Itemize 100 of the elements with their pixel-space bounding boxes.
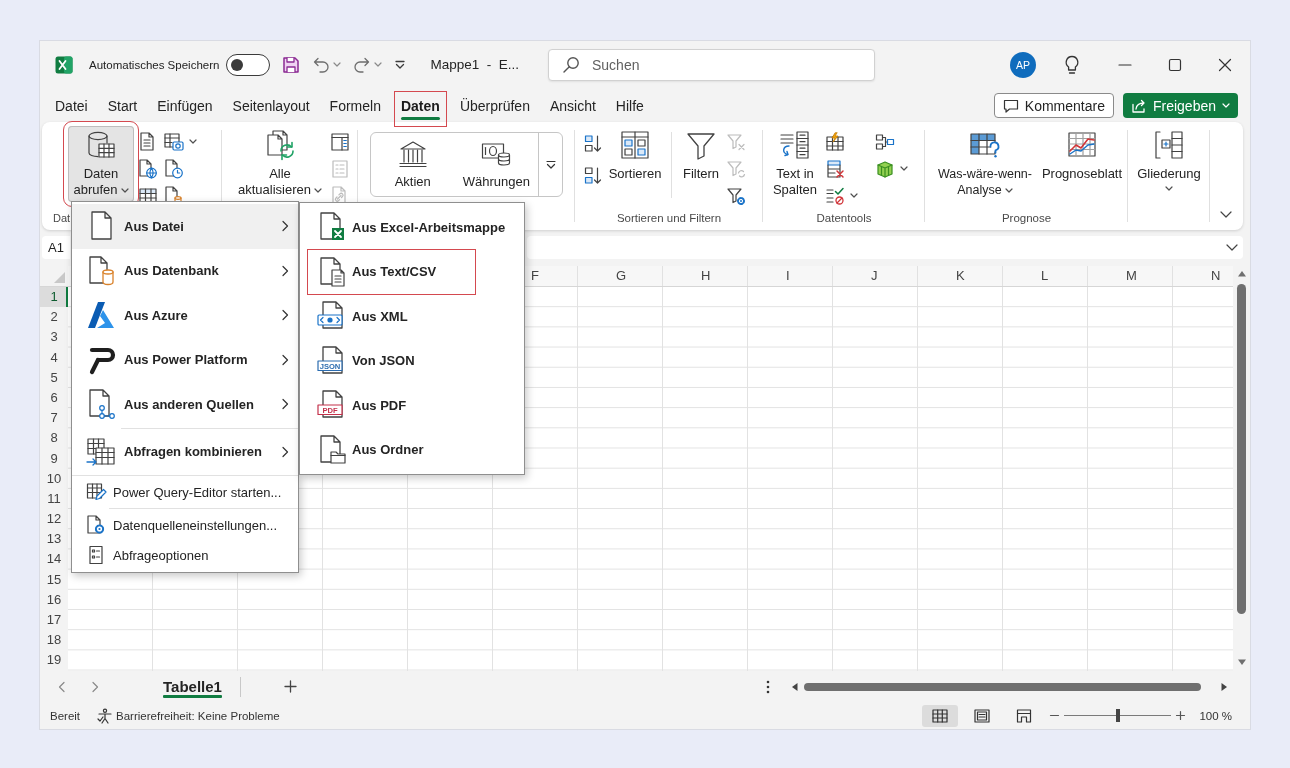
sort-ascending-icon[interactable] bbox=[583, 134, 603, 154]
menu-item[interactable]: Aus Datei bbox=[72, 204, 298, 249]
column-header[interactable]: H bbox=[701, 268, 711, 284]
ribbon-tab[interactable]: Überprüfen bbox=[453, 92, 536, 126]
row-header[interactable]: 8 bbox=[40, 428, 68, 449]
row-header[interactable]: 2 bbox=[40, 307, 68, 328]
column-header[interactable]: I bbox=[786, 268, 790, 284]
more-options-icon[interactable] bbox=[766, 679, 770, 694]
view-button[interactable] bbox=[922, 704, 959, 727]
account-avatar[interactable]: AP bbox=[1010, 51, 1036, 78]
ribbon-tab[interactable]: Start bbox=[101, 92, 144, 126]
row-header[interactable]: 17 bbox=[40, 610, 68, 631]
cube-grid-icon[interactable] bbox=[875, 158, 895, 179]
formula-bar-field[interactable] bbox=[527, 236, 1243, 259]
lightning-grid-icon[interactable] bbox=[825, 131, 845, 152]
ribbon-tab[interactable]: Ansicht bbox=[543, 92, 602, 126]
forecast-sheet-button[interactable]: Prognoseblatt bbox=[1039, 126, 1125, 202]
chevron-down-icon[interactable] bbox=[1220, 211, 1232, 218]
undo-icon[interactable] bbox=[312, 55, 331, 74]
menu-item[interactable]: Aus Excel-Arbeitsmappe bbox=[308, 205, 545, 250]
menu-item[interactable]: Aus XML bbox=[308, 294, 447, 339]
scroll-right-arrow-icon[interactable] bbox=[1221, 681, 1228, 692]
menu-item[interactable]: Aus Ordner bbox=[308, 427, 463, 472]
document-clock-icon[interactable] bbox=[164, 158, 184, 179]
zoom-level[interactable]: 100 % bbox=[1199, 709, 1232, 722]
caret-icon[interactable] bbox=[850, 193, 858, 198]
column-header[interactable]: F bbox=[531, 268, 539, 284]
ribbon-tab[interactable]: Daten bbox=[394, 92, 446, 126]
column-header[interactable]: M bbox=[1126, 268, 1137, 284]
menu-item[interactable]: Abfragen kombinieren bbox=[72, 429, 298, 474]
column-header[interactable]: G bbox=[616, 268, 627, 284]
chevron-down-icon[interactable] bbox=[1226, 244, 1238, 251]
row-header[interactable]: 6 bbox=[40, 387, 68, 409]
document-globe-icon[interactable] bbox=[138, 158, 158, 179]
column-header[interactable]: L bbox=[1041, 268, 1049, 284]
redo-icon[interactable] bbox=[353, 55, 372, 74]
consolidate-icon[interactable] bbox=[875, 131, 895, 152]
what-if-analysis-button[interactable]: Was-wäre-wenn-Analyse bbox=[933, 126, 1037, 202]
sort-descending-icon[interactable] bbox=[583, 166, 603, 186]
row-header[interactable]: 12 bbox=[40, 509, 68, 530]
menu-item[interactable]: Aus Azure bbox=[72, 293, 298, 338]
horizontal-scrollbar-thumb[interactable] bbox=[804, 682, 1201, 691]
row-header[interactable]: 13 bbox=[40, 529, 68, 550]
accessibility-status[interactable]: Barrierefreiheit: Keine Probleme bbox=[116, 709, 280, 722]
menu-item[interactable]: Abfrageoptionen bbox=[72, 540, 298, 570]
search-field[interactable]: Suchen bbox=[548, 48, 875, 81]
row-header[interactable]: 18 bbox=[40, 630, 68, 651]
sheet-tab[interactable]: Tabelle1 bbox=[151, 670, 234, 703]
close-icon[interactable] bbox=[1218, 57, 1232, 72]
side-panel-icon[interactable] bbox=[330, 131, 350, 152]
menu-item[interactable]: Aus Datenbank bbox=[72, 248, 298, 293]
table-camera-icon[interactable] bbox=[164, 131, 184, 152]
menu-item[interactable]: Aus anderen Quellen bbox=[72, 382, 298, 427]
dropdown-icon[interactable] bbox=[394, 58, 407, 71]
caret-icon[interactable] bbox=[189, 139, 197, 144]
column-header[interactable]: J bbox=[871, 268, 878, 284]
plus-icon[interactable] bbox=[283, 680, 297, 694]
row-header[interactable]: 4 bbox=[40, 347, 68, 368]
text-to-columns-button[interactable]: Text in Spalten bbox=[769, 126, 821, 202]
data-type-button[interactable]: Währungen bbox=[454, 133, 539, 196]
zoom-slider-thumb[interactable] bbox=[1115, 709, 1120, 723]
filter-button[interactable]: Filtern bbox=[680, 126, 722, 202]
menu-item[interactable]: Aus Text/CSV bbox=[308, 249, 476, 294]
share-button[interactable]: Freigeben bbox=[1122, 93, 1238, 118]
get-data-button[interactable]: Daten abrufen bbox=[68, 126, 134, 202]
chevron-left-icon[interactable] bbox=[58, 680, 66, 693]
autosave-toggle[interactable] bbox=[226, 53, 271, 76]
funnel-gear-icon[interactable] bbox=[726, 185, 746, 206]
menu-item[interactable]: Datenquelleneinstellungen... bbox=[72, 510, 298, 540]
checklist-icon[interactable] bbox=[825, 185, 845, 206]
row-header[interactable]: 10 bbox=[40, 468, 68, 489]
scroll-left-arrow-icon[interactable] bbox=[791, 681, 798, 692]
remove-rows-icon[interactable] bbox=[825, 158, 845, 179]
maximize-icon[interactable] bbox=[1168, 57, 1182, 72]
scroll-up-arrow-icon[interactable] bbox=[1236, 270, 1247, 277]
name-box[interactable]: A1 bbox=[42, 236, 70, 259]
ribbon-tab[interactable]: Einfügen bbox=[151, 92, 219, 126]
comments-button[interactable]: Kommentare bbox=[993, 93, 1114, 118]
row-header[interactable]: 5 bbox=[40, 367, 68, 388]
menu-item[interactable]: Aus Power Platform bbox=[72, 337, 298, 382]
ribbon-tab[interactable]: Formeln bbox=[323, 92, 387, 126]
row-header[interactable]: 15 bbox=[40, 569, 68, 590]
ribbon-tab[interactable]: Hilfe bbox=[609, 92, 650, 126]
ribbon-tab[interactable]: Seitenlayout bbox=[226, 92, 316, 126]
save-icon[interactable] bbox=[282, 55, 301, 74]
outline-button[interactable]: Gliederung bbox=[1134, 126, 1204, 202]
column-header[interactable]: N bbox=[1211, 268, 1221, 284]
row-header[interactable]: 3 bbox=[40, 327, 68, 348]
vertical-scrollbar-thumb[interactable] bbox=[1237, 284, 1246, 614]
column-header[interactable]: K bbox=[956, 268, 965, 284]
lightbulb-icon[interactable] bbox=[1064, 54, 1080, 75]
row-header[interactable]: 9 bbox=[40, 448, 68, 469]
ribbon-tab[interactable]: Datei bbox=[49, 92, 94, 126]
row-header[interactable]: 7 bbox=[40, 408, 68, 429]
zoom-in-icon[interactable] bbox=[1176, 711, 1186, 721]
row-header[interactable]: 16 bbox=[40, 589, 68, 610]
caret-icon[interactable] bbox=[900, 166, 908, 171]
row-header[interactable]: 1 bbox=[40, 287, 68, 308]
chevron-right-icon[interactable] bbox=[91, 680, 99, 693]
menu-item[interactable]: Power Query-Editor starten... bbox=[72, 477, 298, 507]
